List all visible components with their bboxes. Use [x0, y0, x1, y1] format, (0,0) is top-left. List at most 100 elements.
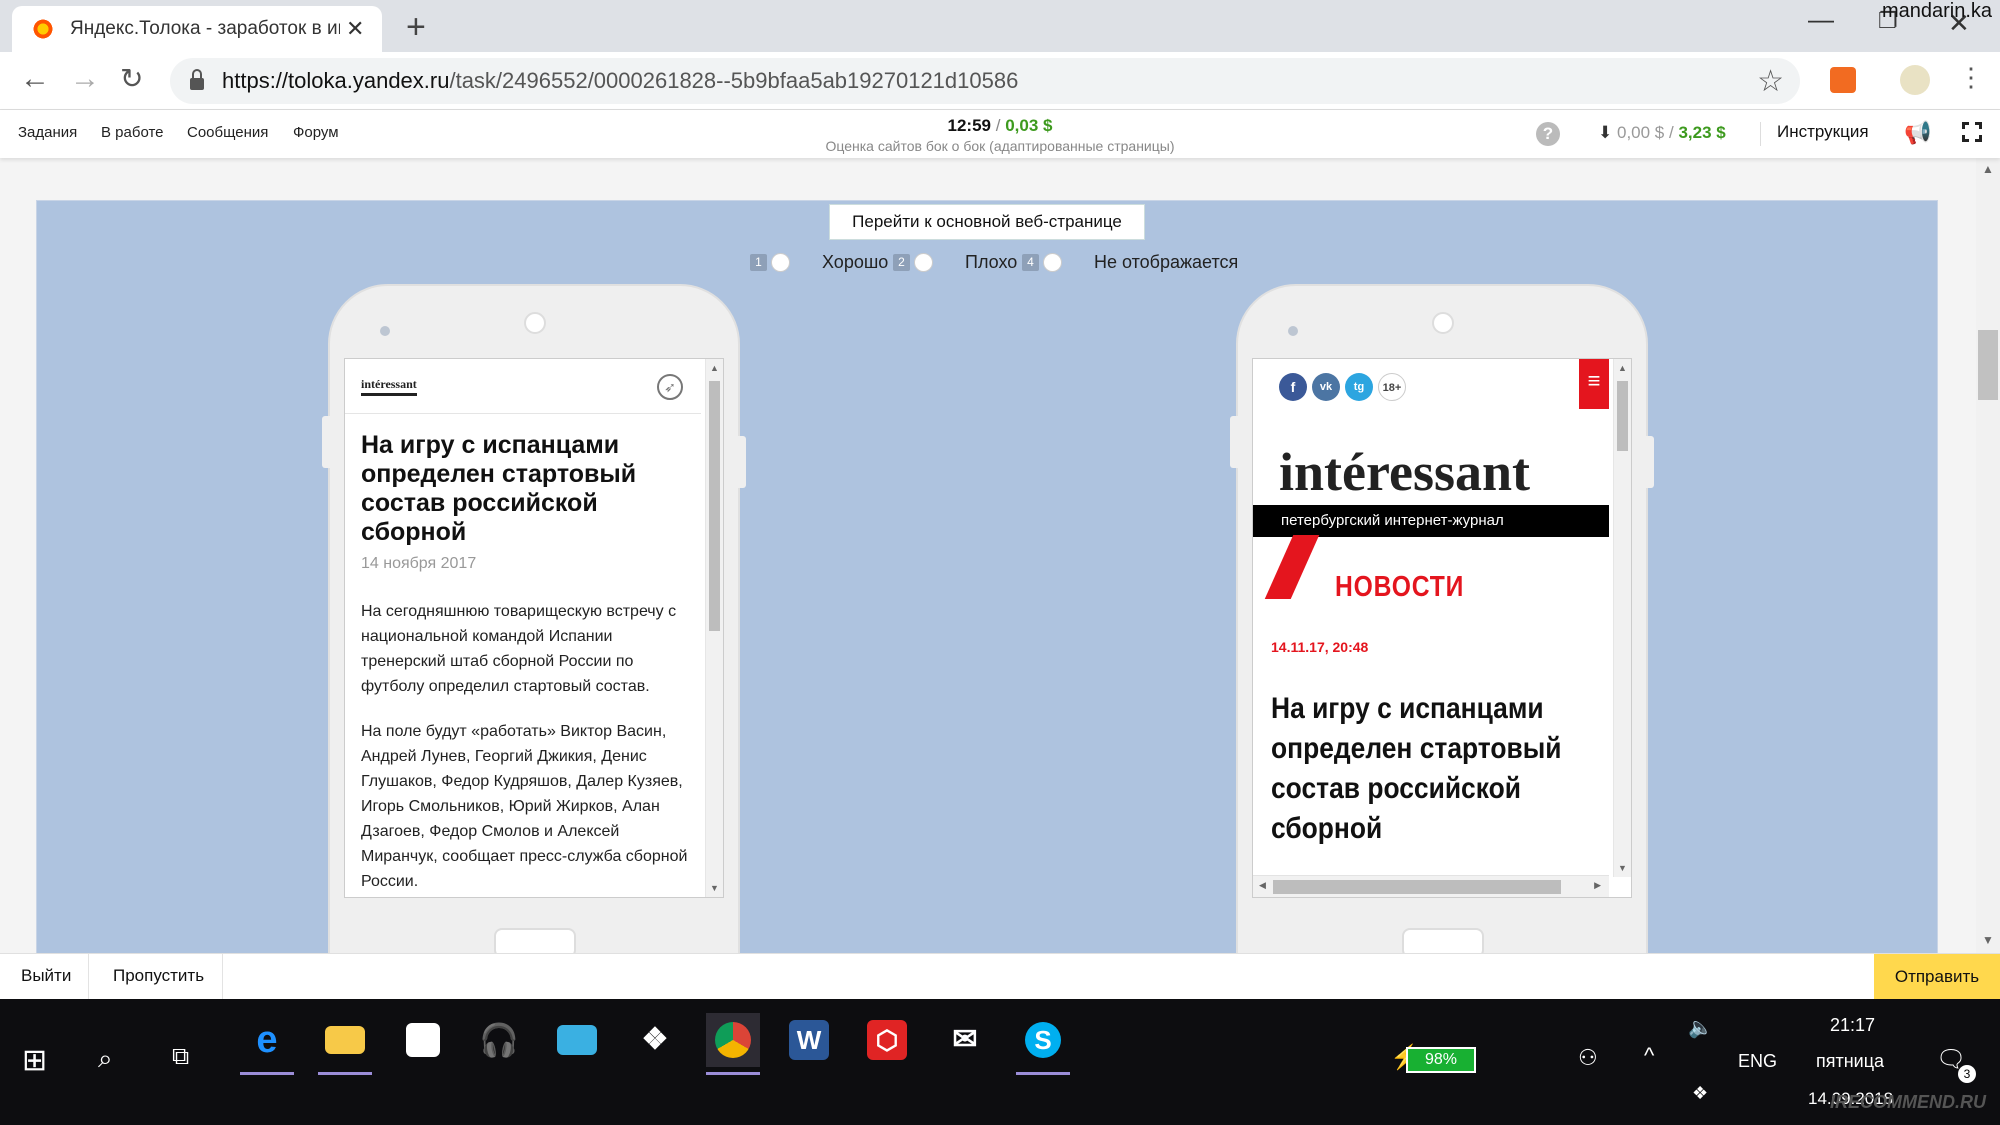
- lock-icon: [190, 69, 204, 90]
- scroll-down-arrow-icon[interactable]: ▼: [1618, 863, 1627, 873]
- header-divider: [345, 413, 701, 414]
- word-icon[interactable]: W: [782, 1013, 836, 1067]
- scroll-right-arrow-icon[interactable]: ▶: [1594, 880, 1601, 891]
- task-footer: Выйти Пропустить Отправить: [0, 953, 2000, 1000]
- bookmark-star-icon[interactable]: ☆: [1757, 64, 1784, 99]
- hotkey-badge: 2: [893, 254, 910, 271]
- option-label[interactable]: Хорошо: [822, 252, 888, 273]
- scroll-down-arrow-icon[interactable]: ▼: [1982, 933, 1994, 947]
- site-watermark: IRECOMMEND.RU: [1830, 1092, 1986, 1112]
- skip-button[interactable]: Пропустить: [113, 966, 204, 986]
- page-scrollbar-thumb[interactable]: [1978, 330, 1998, 400]
- fullscreen-icon[interactable]: [1961, 121, 1983, 143]
- instructions-button[interactable]: Инструкция: [1760, 122, 1869, 146]
- browser-menu-icon[interactable]: ⋮: [1958, 62, 1984, 93]
- forward-arrow-icon[interactable]: →: [70, 62, 100, 96]
- help-icon[interactable]: ?: [1536, 122, 1560, 146]
- windows-start-icon[interactable]: ⊞: [22, 1043, 47, 1078]
- back-arrow-icon[interactable]: ←: [20, 62, 50, 96]
- scrollbar-thumb[interactable]: [1273, 880, 1561, 894]
- computer-icon[interactable]: [550, 1013, 604, 1067]
- mail-icon[interactable]: ✉: [938, 1013, 992, 1067]
- radio-not-displayed[interactable]: [1043, 253, 1062, 272]
- option-good[interactable]: 1 Хорошо: [750, 252, 888, 273]
- option-bad[interactable]: 2 Плохо: [893, 252, 1017, 273]
- extension-icon[interactable]: [1830, 67, 1856, 93]
- left-screen-scrollbar[interactable]: ▲ ▼: [705, 359, 723, 897]
- wallet-balance[interactable]: ⬇ 0,00 $ / 3,23 $: [1598, 123, 1726, 143]
- battery-indicator[interactable]: 98%: [1406, 1047, 1476, 1073]
- option-not-displayed[interactable]: 4 Не отображается: [1022, 252, 1238, 273]
- toloka-header: Задания В работе Сообщения Форум 12:59 /…: [0, 110, 2000, 158]
- chrome-icon[interactable]: [706, 1013, 760, 1075]
- user-name-watermark: mandarin.ka: [1881, 0, 1992, 22]
- scroll-up-arrow-icon[interactable]: ▲: [1618, 363, 1627, 373]
- skype-icon[interactable]: S: [1016, 1013, 1070, 1075]
- scrollbar-thumb[interactable]: [709, 381, 720, 631]
- tab-close-icon[interactable]: ✕: [346, 16, 364, 42]
- scroll-left-arrow-icon[interactable]: ◀: [1259, 880, 1266, 891]
- edge-icon[interactable]: e: [240, 1013, 294, 1075]
- phone-side-button: [322, 416, 330, 468]
- exit-button[interactable]: Выйти: [21, 966, 71, 986]
- balance-available: 3,23 $: [1678, 123, 1726, 142]
- dropbox-tray-icon[interactable]: ❖: [1692, 1083, 1708, 1104]
- reload-icon[interactable]: ↻: [120, 62, 143, 95]
- site-tagline: петербургский интернет-журнал: [1253, 505, 1609, 537]
- toloka-favicon-icon: [32, 18, 54, 40]
- article-date: 14.11.17, 20:48: [1271, 639, 1369, 655]
- submit-button[interactable]: Отправить: [1874, 954, 2000, 1000]
- language-indicator[interactable]: ENG: [1738, 1051, 1777, 1072]
- facebook-icon[interactable]: f: [1279, 373, 1307, 401]
- red-cube-icon[interactable]: ⬡: [860, 1013, 914, 1067]
- scrollbar-thumb[interactable]: [1617, 381, 1628, 451]
- store-icon[interactable]: [396, 1013, 450, 1067]
- red-slash-decoration: [1264, 535, 1320, 599]
- page-scrollbar[interactable]: ▲ ▼: [1976, 158, 2000, 953]
- radio-good[interactable]: [771, 253, 790, 272]
- volume-icon[interactable]: 🔈: [1688, 1015, 1713, 1040]
- megaphone-icon[interactable]: 📢: [1904, 120, 1931, 146]
- file-explorer-icon[interactable]: [318, 1013, 372, 1075]
- headphones-icon[interactable]: 🎧: [472, 1013, 526, 1067]
- minimize-icon[interactable]: —: [1808, 4, 1834, 35]
- nav-messages[interactable]: Сообщения: [187, 124, 268, 141]
- hamburger-menu-icon[interactable]: ≡: [1579, 359, 1609, 409]
- balance-pending: 0,00 $: [1616, 123, 1665, 142]
- hotkey-badge: 4: [1022, 254, 1039, 271]
- balance-separator: /: [1668, 123, 1674, 142]
- people-icon[interactable]: ⚇: [1578, 1045, 1598, 1071]
- new-tab-button[interactable]: +: [406, 8, 426, 47]
- right-screen-scrollbar[interactable]: ▲ ▼: [1613, 359, 1631, 877]
- task-view-icon[interactable]: ⧉: [172, 1043, 189, 1071]
- nav-tasks[interactable]: Задания: [18, 124, 77, 141]
- radio-bad[interactable]: [914, 253, 933, 272]
- article-paragraph: На поле будут «работать» Виктор Васин, А…: [361, 723, 688, 890]
- goto-main-page-button[interactable]: Перейти к основной веб-странице: [829, 204, 1145, 240]
- scroll-up-arrow-icon[interactable]: ▲: [1982, 162, 1994, 176]
- scroll-down-arrow-icon[interactable]: ▼: [710, 883, 719, 893]
- address-bar-row: ← → ↻ https://toloka.yandex.ru/task/2496…: [0, 52, 2000, 110]
- clock-time[interactable]: 21:17: [1830, 1015, 1875, 1036]
- phone-speaker: [524, 312, 546, 334]
- clock-day[interactable]: пятница: [1816, 1051, 1884, 1072]
- horizontal-scrollbar[interactable]: ◀ ▶: [1253, 875, 1609, 897]
- rocket-icon[interactable]: ➶: [657, 374, 683, 400]
- search-icon[interactable]: ⌕: [98, 1043, 113, 1075]
- chevron-up-icon[interactable]: ^: [1644, 1043, 1654, 1069]
- dropbox-icon[interactable]: ❖: [628, 1013, 682, 1067]
- nav-in-progress[interactable]: В работе: [101, 124, 164, 141]
- profile-avatar[interactable]: [1900, 65, 1930, 95]
- option-label[interactable]: Плохо: [965, 252, 1017, 273]
- phone-side-button: [738, 436, 746, 488]
- telegram-icon[interactable]: tg: [1345, 373, 1373, 401]
- option-label[interactable]: Не отображается: [1094, 252, 1238, 273]
- vk-icon[interactable]: vk: [1312, 373, 1340, 401]
- task-content: [0, 158, 1976, 1000]
- left-site-screen[interactable]: intéressant ➶ На игру с испанцами опреде…: [344, 358, 724, 898]
- url-field[interactable]: https://toloka.yandex.ru/task/2496552/00…: [170, 58, 1800, 104]
- browser-tab[interactable]: Яндекс.Толока - заработок в ин ✕: [12, 6, 382, 52]
- scroll-up-arrow-icon[interactable]: ▲: [710, 363, 719, 373]
- right-site-screen[interactable]: f vk tg 18+ ≡ intéressant петербургский …: [1252, 358, 1632, 898]
- nav-forum[interactable]: Форум: [293, 124, 339, 141]
